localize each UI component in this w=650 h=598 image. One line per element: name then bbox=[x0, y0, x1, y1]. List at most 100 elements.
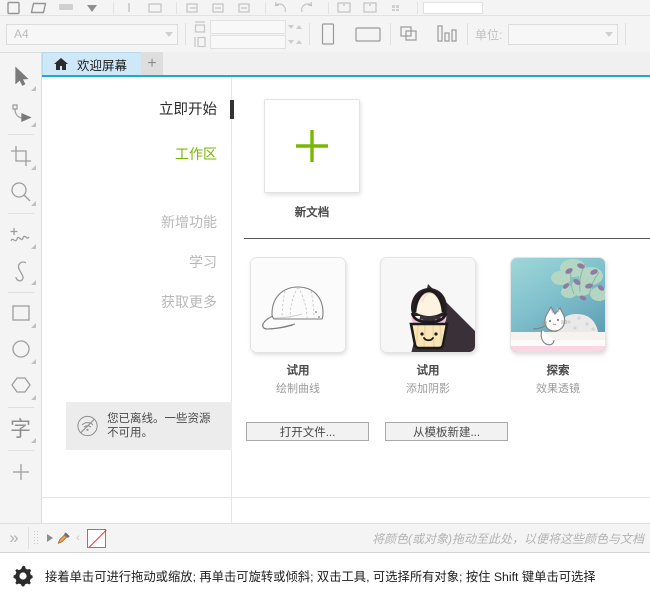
status-message: 接着单击可进行拖动或缩放; 再单击可旋转或倾斜; 双击工具, 可选择所有对象; … bbox=[45, 569, 596, 584]
polygon-icon bbox=[10, 377, 31, 393]
options-icon[interactable] bbox=[386, 1, 406, 15]
polygon-tool[interactable] bbox=[2, 368, 40, 404]
save-icon[interactable] bbox=[56, 1, 76, 15]
artistic-media-tool[interactable] bbox=[2, 253, 40, 289]
crop-tool[interactable] bbox=[2, 138, 40, 174]
eyedropper-icon[interactable] bbox=[57, 530, 71, 546]
page-width-input[interactable] bbox=[210, 19, 286, 34]
welcome-card[interactable]: 试用 绘制曲线 bbox=[250, 257, 346, 396]
undo-icon[interactable] bbox=[271, 1, 291, 15]
flyout-arrow-icon[interactable] bbox=[30, 201, 36, 206]
new-document-icon[interactable] bbox=[4, 1, 24, 15]
palette-drag-handle[interactable] bbox=[33, 530, 40, 546]
open-file-button[interactable]: 打开文件... bbox=[246, 422, 369, 441]
new-document-tile[interactable]: 新文档 bbox=[264, 99, 650, 220]
page-height-stepper[interactable] bbox=[288, 39, 302, 44]
card-thumbnail[interactable] bbox=[380, 257, 476, 353]
freehand-tool[interactable] bbox=[2, 217, 40, 253]
welcome-bottom-divider bbox=[42, 497, 650, 498]
palette-arrow-icon[interactable] bbox=[43, 533, 57, 543]
flyout-arrow-icon[interactable] bbox=[30, 122, 36, 127]
toolbox-divider bbox=[7, 213, 34, 214]
export-icon[interactable] bbox=[145, 1, 165, 15]
pick-tool[interactable] bbox=[2, 59, 40, 95]
flyout-arrow-icon[interactable] bbox=[30, 280, 36, 285]
undo-dropdown-icon[interactable] bbox=[82, 1, 102, 15]
welcome-nav-label: 工作区 bbox=[175, 146, 217, 162]
toolbar-divider bbox=[328, 1, 329, 14]
flyout-arrow-icon[interactable] bbox=[30, 244, 36, 249]
toolbar-divider bbox=[176, 1, 177, 14]
fullscreen-icon[interactable] bbox=[360, 1, 380, 15]
align-right-icon[interactable] bbox=[234, 1, 254, 15]
distribute-icon[interactable] bbox=[434, 22, 460, 46]
portrait-orientation-icon[interactable] bbox=[317, 21, 339, 47]
welcome-nav-label: 新增功能 bbox=[161, 214, 217, 230]
welcome-nav-item-get-more[interactable]: 获取更多 bbox=[161, 293, 231, 311]
tab-welcome-screen[interactable]: 欢迎屏幕 bbox=[42, 52, 142, 75]
zoom-level-input[interactable] bbox=[423, 1, 483, 14]
page-dimensions-group bbox=[193, 19, 302, 49]
unit-select[interactable] bbox=[508, 23, 619, 45]
property-bar: A4 单位: bbox=[0, 16, 650, 53]
welcome-main: 新文档 试用 绘制曲线 试用 添加阴影 探索 效果透镜 打开文件... 从模板新… bbox=[232, 77, 650, 523]
import-icon[interactable] bbox=[119, 1, 139, 15]
palette-prev-button[interactable]: ‹ bbox=[71, 532, 85, 544]
welcome-nav: 立即开始 工作区 新增功能 学习 获取更多 您已离线。一些资源不可用。 bbox=[42, 77, 234, 523]
page-layout-icon[interactable] bbox=[398, 22, 422, 46]
welcome-card[interactable]: 试用 添加阴影 bbox=[380, 257, 476, 396]
open-document-icon[interactable] bbox=[30, 1, 50, 15]
flyout-arrow-icon[interactable] bbox=[30, 165, 36, 170]
welcome-card[interactable]: 探索 效果透镜 bbox=[510, 257, 606, 396]
toolbar-divider bbox=[265, 1, 266, 14]
color-palette-bar: » ‹ 将颜色(或对象)拖动至此处，以便将这些颜色与文档 bbox=[0, 523, 650, 553]
card-thumbnail[interactable] bbox=[250, 257, 346, 353]
page-height-input[interactable] bbox=[210, 34, 286, 49]
welcome-nav-item-get-started[interactable]: 立即开始 bbox=[159, 100, 234, 119]
flyout-arrow-icon[interactable] bbox=[30, 395, 36, 400]
expand-palette-button[interactable]: » bbox=[0, 528, 28, 548]
flyout-arrow-icon[interactable] bbox=[30, 438, 36, 443]
toolbar-divider bbox=[113, 1, 114, 14]
new-from-template-label: 从模板新建... bbox=[412, 426, 481, 439]
shape-tool[interactable] bbox=[2, 95, 40, 131]
palette-prev-glyph: ‹ bbox=[76, 532, 80, 544]
landscape-orientation-icon[interactable] bbox=[353, 21, 383, 47]
new-document-card[interactable] bbox=[264, 99, 360, 193]
main-toolbar bbox=[0, 0, 650, 16]
artistic-media-icon bbox=[14, 261, 26, 282]
welcome-nav-label: 获取更多 bbox=[161, 294, 217, 310]
rectangle-tool[interactable] bbox=[2, 296, 40, 332]
welcome-nav-item-learn[interactable]: 学习 bbox=[189, 253, 231, 271]
expand-chevron-icon: » bbox=[9, 528, 19, 547]
gear-icon[interactable] bbox=[10, 564, 36, 588]
application-window: A4 单位: 字 欢迎屏幕 + 立即开始 工作区 新增功能 学习 获取更多 您已… bbox=[0, 0, 650, 598]
welcome-nav-item-whats-new[interactable]: 新增功能 bbox=[161, 213, 231, 231]
plus-icon bbox=[296, 130, 328, 162]
new-from-template-button[interactable]: 从模板新建... bbox=[385, 422, 508, 441]
welcome-nav-item-workspace[interactable]: 工作区 bbox=[175, 145, 231, 163]
add-tool[interactable] bbox=[2, 454, 40, 490]
page-width-stepper[interactable] bbox=[288, 24, 302, 29]
text-tool[interactable]: 字 bbox=[2, 411, 40, 447]
toolbox: 字 bbox=[0, 53, 42, 523]
flyout-arrow-icon[interactable] bbox=[30, 359, 36, 364]
toolbar-divider bbox=[625, 23, 627, 45]
ellipse-tool[interactable] bbox=[2, 332, 40, 368]
card-thumbnail[interactable] bbox=[510, 257, 606, 353]
paper-size-select[interactable]: A4 bbox=[6, 23, 178, 45]
toolbar-divider bbox=[185, 23, 186, 45]
card-subtitle: 绘制曲线 bbox=[276, 383, 320, 395]
align-center-icon[interactable] bbox=[208, 1, 228, 15]
new-tab-label: + bbox=[147, 54, 157, 72]
redo-icon[interactable] bbox=[297, 1, 317, 15]
no-color-icon[interactable] bbox=[87, 528, 106, 548]
cursor-arrow-icon bbox=[14, 66, 29, 86]
flyout-arrow-icon[interactable] bbox=[30, 323, 36, 328]
zoom-tool[interactable] bbox=[2, 174, 40, 210]
align-left-icon[interactable] bbox=[182, 1, 202, 15]
tab-label: 欢迎屏幕 bbox=[77, 58, 128, 73]
new-tab-button[interactable]: + bbox=[141, 52, 164, 75]
zoom-level-icon[interactable] bbox=[334, 1, 354, 15]
flyout-arrow-icon[interactable] bbox=[30, 86, 36, 91]
